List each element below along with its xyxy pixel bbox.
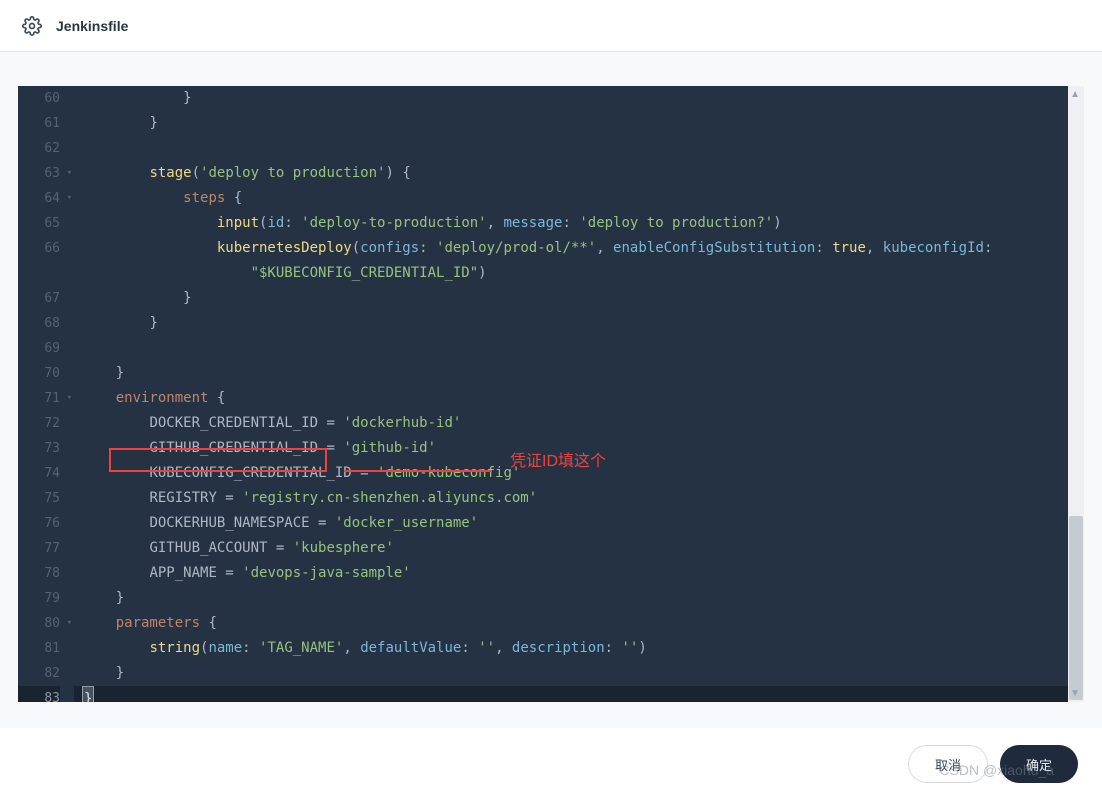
- line-number: 78: [18, 561, 60, 586]
- code-line[interactable]: }: [74, 111, 1084, 136]
- code-line[interactable]: kubernetesDeploy(configs: 'deploy/prod-o…: [74, 236, 1084, 261]
- code-line[interactable]: }: [74, 586, 1084, 611]
- code-line[interactable]: stage('deploy to production') {: [74, 161, 1084, 186]
- annotation-underline: [344, 470, 492, 472]
- scroll-down-icon[interactable]: ▼: [1070, 688, 1080, 699]
- gear-icon: [22, 16, 42, 36]
- line-number: 65: [18, 211, 60, 236]
- annotation-box: [109, 448, 327, 472]
- footer-actions: 取消 确定: [0, 728, 1102, 800]
- code-line[interactable]: "$KUBECONFIG_CREDENTIAL_ID"): [74, 261, 1084, 286]
- line-number: 68: [18, 311, 60, 336]
- code-line[interactable]: [74, 336, 1084, 361]
- code-editor[interactable]: 60616263646566 67686970717273747576777879…: [18, 86, 1084, 702]
- code-line[interactable]: }: [74, 361, 1084, 386]
- line-number: 61: [18, 111, 60, 136]
- line-number: 82: [18, 661, 60, 686]
- line-number: 75: [18, 486, 60, 511]
- line-number: 67: [18, 286, 60, 311]
- code-line[interactable]: }: [74, 661, 1084, 686]
- file-title: Jenkinsfile: [56, 18, 128, 34]
- code-line[interactable]: APP_NAME = 'devops-java-sample': [74, 561, 1084, 586]
- code-line[interactable]: parameters {: [74, 611, 1084, 636]
- code-line[interactable]: REGISTRY = 'registry.cn-shenzhen.aliyunc…: [74, 486, 1084, 511]
- line-number: 69: [18, 336, 60, 361]
- line-number: 73: [18, 436, 60, 461]
- code-area[interactable]: 凭证ID填这个 } } stage('deploy to production'…: [74, 86, 1084, 702]
- code-line[interactable]: }: [74, 286, 1084, 311]
- line-number: 63: [18, 161, 60, 186]
- code-line[interactable]: }: [74, 86, 1084, 111]
- line-number: 64: [18, 186, 60, 211]
- line-number: 76: [18, 511, 60, 536]
- line-number: 81: [18, 636, 60, 661]
- confirm-button[interactable]: 确定: [1000, 745, 1078, 783]
- code-line[interactable]: DOCKERHUB_NAMESPACE = 'docker_username': [74, 511, 1084, 536]
- line-gutter: 60616263646566 67686970717273747576777879…: [18, 86, 74, 702]
- line-number: 79: [18, 586, 60, 611]
- code-line[interactable]: string(name: 'TAG_NAME', defaultValue: '…: [74, 636, 1084, 661]
- line-number: 77: [18, 536, 60, 561]
- line-number: 71: [18, 386, 60, 411]
- line-number: 66: [18, 236, 60, 261]
- line-number: 62: [18, 136, 60, 161]
- scroll-up-icon[interactable]: ▲: [1070, 89, 1080, 100]
- line-number: 60: [18, 86, 60, 111]
- line-number: [18, 261, 60, 286]
- code-line[interactable]: environment {: [74, 386, 1084, 411]
- code-line[interactable]: steps {: [74, 186, 1084, 211]
- code-line[interactable]: [74, 136, 1084, 161]
- page-header: Jenkinsfile: [0, 0, 1102, 52]
- code-line[interactable]: }: [74, 311, 1084, 336]
- line-number: 70: [18, 361, 60, 386]
- code-line[interactable]: }: [74, 686, 1084, 702]
- code-line[interactable]: GITHUB_ACCOUNT = 'kubesphere': [74, 536, 1084, 561]
- scrollbar-thumb[interactable]: [1069, 516, 1083, 700]
- annotation-label: 凭证ID填这个: [510, 449, 606, 474]
- code-line[interactable]: input(id: 'deploy-to-production', messag…: [74, 211, 1084, 236]
- cancel-button[interactable]: 取消: [908, 745, 988, 783]
- code-line[interactable]: DOCKER_CREDENTIAL_ID = 'dockerhub-id': [74, 411, 1084, 436]
- line-number: 80: [18, 611, 60, 636]
- line-number: 72: [18, 411, 60, 436]
- line-number: 74: [18, 461, 60, 486]
- line-number: 83: [18, 686, 60, 702]
